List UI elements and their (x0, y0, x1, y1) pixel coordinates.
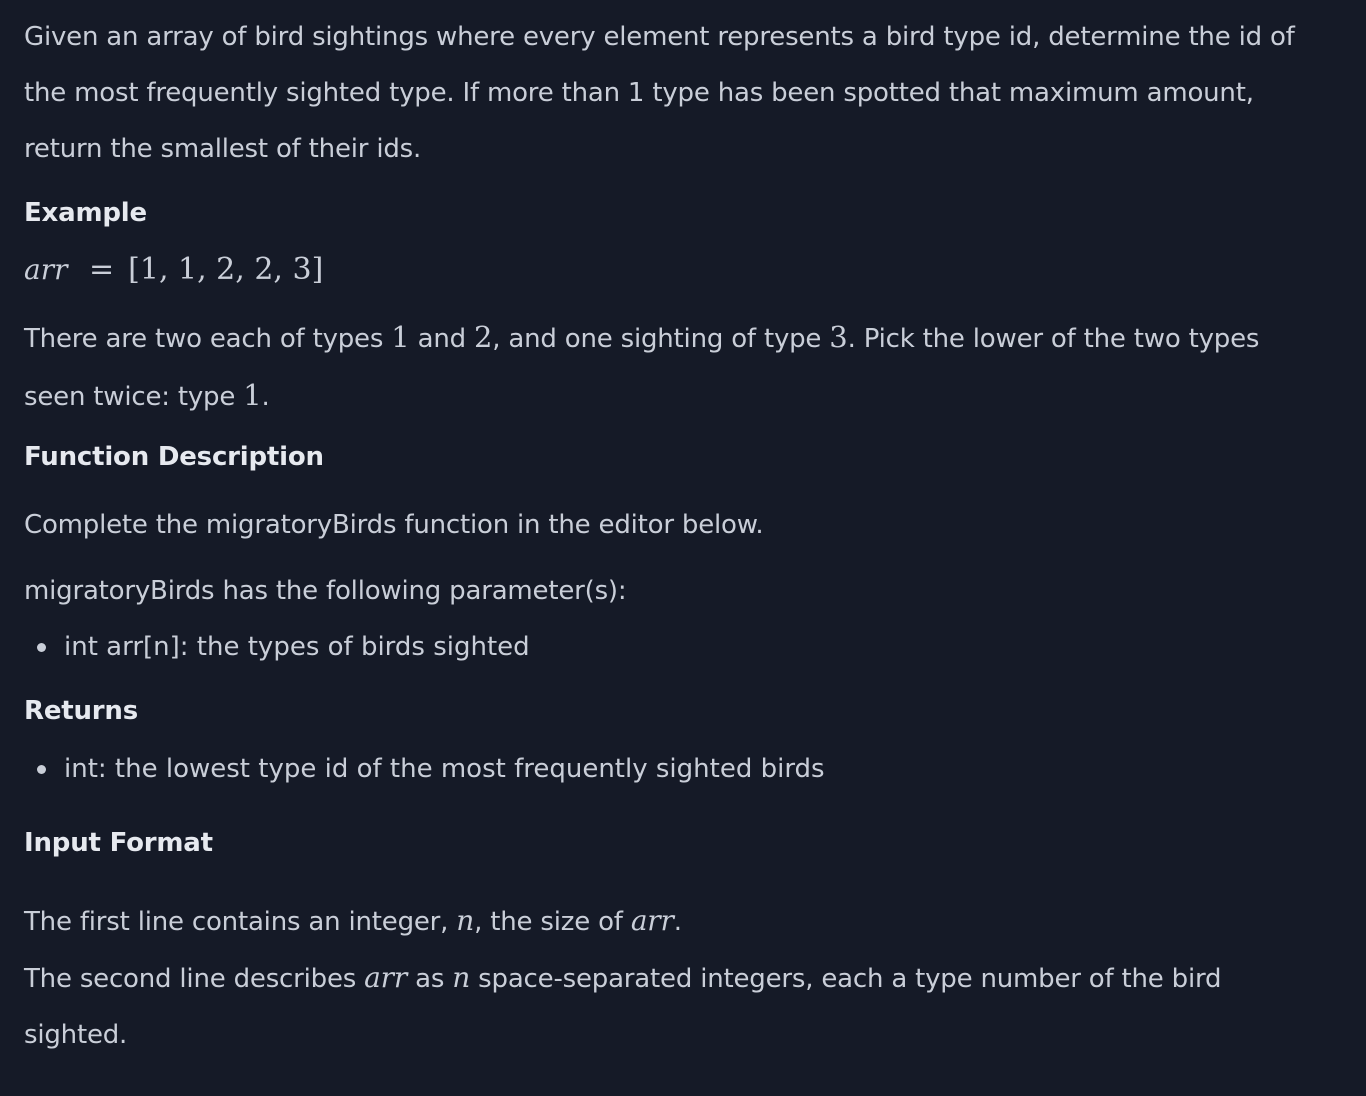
explanation-text: and (409, 324, 474, 354)
explanation-text: There are two each of types (24, 324, 392, 354)
intro-line-2: the most frequently sighted type. If mor… (24, 78, 1254, 108)
equals-sign: = (89, 252, 115, 287)
explanation-text: . Pick the lower of the two types (847, 324, 1260, 354)
function-description-heading: Function Description (24, 442, 324, 472)
return-text: int: the lowest type id of the most freq… (64, 754, 825, 784)
intro-paragraph: Given an array of bird sightings where e… (24, 9, 1344, 177)
input-text: The first line contains an integer, (24, 907, 457, 937)
math-variable: arr (364, 961, 408, 994)
param-text: int arr[n]: the types of birds sighted (64, 632, 530, 662)
input-format-line-3: sighted. (24, 1020, 128, 1050)
explanation-text: seen twice: type (24, 382, 244, 412)
input-text: The second line describes (24, 964, 365, 994)
array-variable: arr (24, 253, 68, 286)
input-format-body: The first line contains an integer, n, t… (24, 893, 1344, 1063)
list-item: int: the lowest type id of the most freq… (24, 741, 825, 797)
input-text: . (673, 907, 682, 937)
example-explanation: There are two each of types 1 and 2, and… (24, 309, 1344, 425)
explanation-text: , and one sighting of type (492, 324, 830, 354)
example-heading: Example (24, 198, 147, 228)
explanation-line-1: There are two each of types 1 and 2, and… (24, 309, 1344, 367)
math-number: 3 (829, 320, 848, 354)
input-text: as (407, 964, 453, 994)
explanation-text: . (261, 382, 270, 412)
intro-line-3: return the smallest of their ids. (24, 134, 422, 164)
math-number: 2 (473, 320, 493, 354)
bullet-icon (37, 643, 46, 652)
example-array: arr = [1, 1, 2, 2, 3] (24, 248, 323, 292)
returns-list: int: the lowest type id of the most freq… (24, 741, 825, 797)
input-text: , the size of (474, 907, 631, 937)
input-format-line-2: The second line describes arr as n space… (24, 950, 1344, 1007)
input-text: space-separated integers, each a type nu… (470, 964, 1222, 994)
intro-line-1: Given an array of bird sightings where e… (24, 22, 1295, 52)
array-values: [1, 1, 2, 2, 3] (128, 252, 324, 287)
math-variable: n (452, 961, 471, 994)
params-intro: migratoryBirds has the following paramet… (24, 576, 627, 606)
math-variable: arr (630, 904, 674, 937)
input-format-heading: Input Format (24, 828, 213, 858)
function-description-text: Complete the migratoryBirds function in … (24, 510, 764, 540)
params-list: int arr[n]: the types of birds sighted (24, 619, 530, 675)
list-item: int arr[n]: the types of birds sighted (24, 619, 530, 675)
math-variable: n (456, 904, 475, 937)
math-number: 1 (391, 320, 410, 354)
returns-heading: Returns (24, 696, 139, 726)
explanation-line-2: seen twice: type 1. (24, 367, 1344, 425)
math-number: 1 (243, 378, 262, 412)
input-format-line-1: The first line contains an integer, n, t… (24, 893, 1344, 950)
bullet-icon (37, 765, 46, 774)
